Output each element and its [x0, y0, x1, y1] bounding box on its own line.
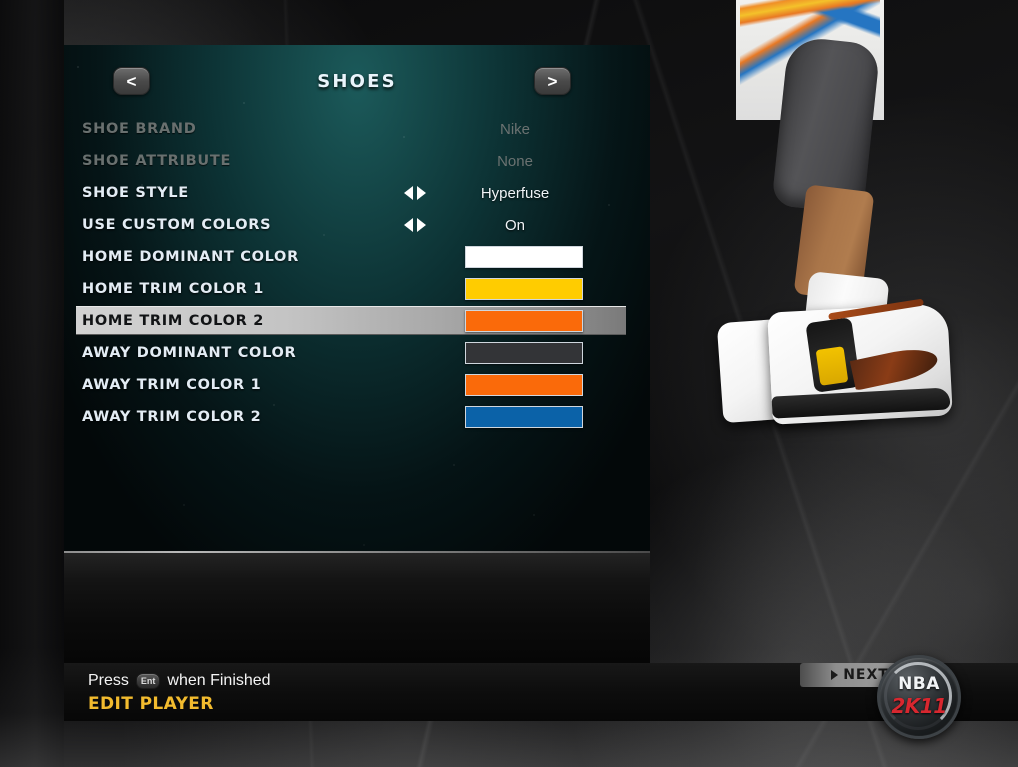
- play-triangle-icon: [831, 670, 839, 680]
- settings-row[interactable]: AWAY TRIM COLOR 2: [64, 401, 650, 433]
- logo-nba-text: NBA: [898, 674, 940, 694]
- enter-key-icon: Ent: [135, 673, 161, 689]
- settings-row[interactable]: SHOE STYLE Hyperfuse: [64, 177, 650, 209]
- value-stepper-arrows[interactable]: [392, 186, 438, 200]
- settings-row-label: HOME TRIM COLOR 2: [82, 313, 264, 329]
- color-swatch[interactable]: [465, 342, 583, 364]
- shoes-menu-panel: < SHOES > SHOE BRAND Nike SHOE ATTRIBUTE No…: [64, 45, 650, 553]
- color-swatch[interactable]: [465, 374, 583, 396]
- settings-row-label: HOME TRIM COLOR 1: [82, 281, 264, 297]
- settings-row-label: SHOE ATTRIBUTE: [82, 153, 232, 169]
- settings-row-label: AWAY TRIM COLOR 1: [82, 377, 262, 393]
- color-swatch[interactable]: [465, 278, 583, 300]
- arrow-left-icon[interactable]: [404, 186, 413, 200]
- color-swatch-container: [438, 342, 650, 364]
- nba-2k11-logo: NBA 2K11: [877, 655, 961, 739]
- settings-row[interactable]: SHOE ATTRIBUTE None: [64, 145, 650, 177]
- settings-row[interactable]: AWAY DOMINANT COLOR: [64, 337, 650, 369]
- arrow-right-icon[interactable]: [417, 218, 426, 232]
- settings-row[interactable]: HOME TRIM COLOR 2: [64, 305, 650, 337]
- color-swatch-container: [438, 374, 650, 396]
- color-swatch-container: [438, 406, 650, 428]
- panel-header: < SHOES >: [64, 45, 650, 111]
- player-shoe-preview: [700, 0, 1018, 470]
- press-suffix-label: when Finished: [167, 672, 271, 689]
- settings-row[interactable]: USE CUSTOM COLORS On: [64, 209, 650, 241]
- settings-row-value: On: [504, 216, 525, 234]
- press-hint: Press Ent when Finished: [88, 672, 271, 690]
- arrow-right-icon[interactable]: [417, 186, 426, 200]
- color-swatch-container: [438, 278, 650, 300]
- settings-row[interactable]: HOME TRIM COLOR 1: [64, 273, 650, 305]
- press-prefix-label: Press: [88, 672, 129, 689]
- nav-next-glyph: >: [547, 71, 558, 91]
- settings-row-label: AWAY DOMINANT COLOR: [82, 345, 297, 361]
- color-swatch-container: [438, 246, 650, 268]
- color-swatch[interactable]: [465, 406, 583, 428]
- settings-row-label: HOME DOMINANT COLOR: [82, 249, 299, 265]
- settings-list: SHOE BRAND Nike SHOE ATTRIBUTE None SHOE STY…: [64, 113, 650, 433]
- settings-row-value: Nike: [499, 120, 530, 138]
- arrow-left-icon[interactable]: [404, 218, 413, 232]
- settings-row[interactable]: SHOE BRAND Nike: [64, 113, 650, 145]
- color-swatch[interactable]: [465, 246, 583, 268]
- screen-name-label: EDIT PLAYER: [88, 694, 214, 714]
- settings-row-label: USE CUSTOM COLORS: [82, 217, 272, 233]
- value-stepper-arrows[interactable]: [392, 218, 438, 232]
- logo-2k11-text: 2K11: [891, 694, 947, 718]
- color-swatch[interactable]: [465, 310, 583, 332]
- settings-row-label: AWAY TRIM COLOR 2: [82, 409, 262, 425]
- settings-row[interactable]: AWAY TRIM COLOR 1: [64, 369, 650, 401]
- color-swatch-container: [438, 310, 650, 332]
- player-shoe-tongue-accent: [815, 346, 849, 386]
- settings-row-label: SHOE STYLE: [82, 185, 189, 201]
- settings-row-label: SHOE BRAND: [82, 121, 197, 137]
- settings-row[interactable]: HOME DOMINANT COLOR: [64, 241, 650, 273]
- settings-row-value: Hyperfuse: [480, 184, 550, 202]
- description-panel: Set the secondary trim color.: [64, 553, 650, 663]
- settings-row-value: None: [497, 152, 533, 170]
- chevron-right-icon[interactable]: >: [534, 67, 571, 95]
